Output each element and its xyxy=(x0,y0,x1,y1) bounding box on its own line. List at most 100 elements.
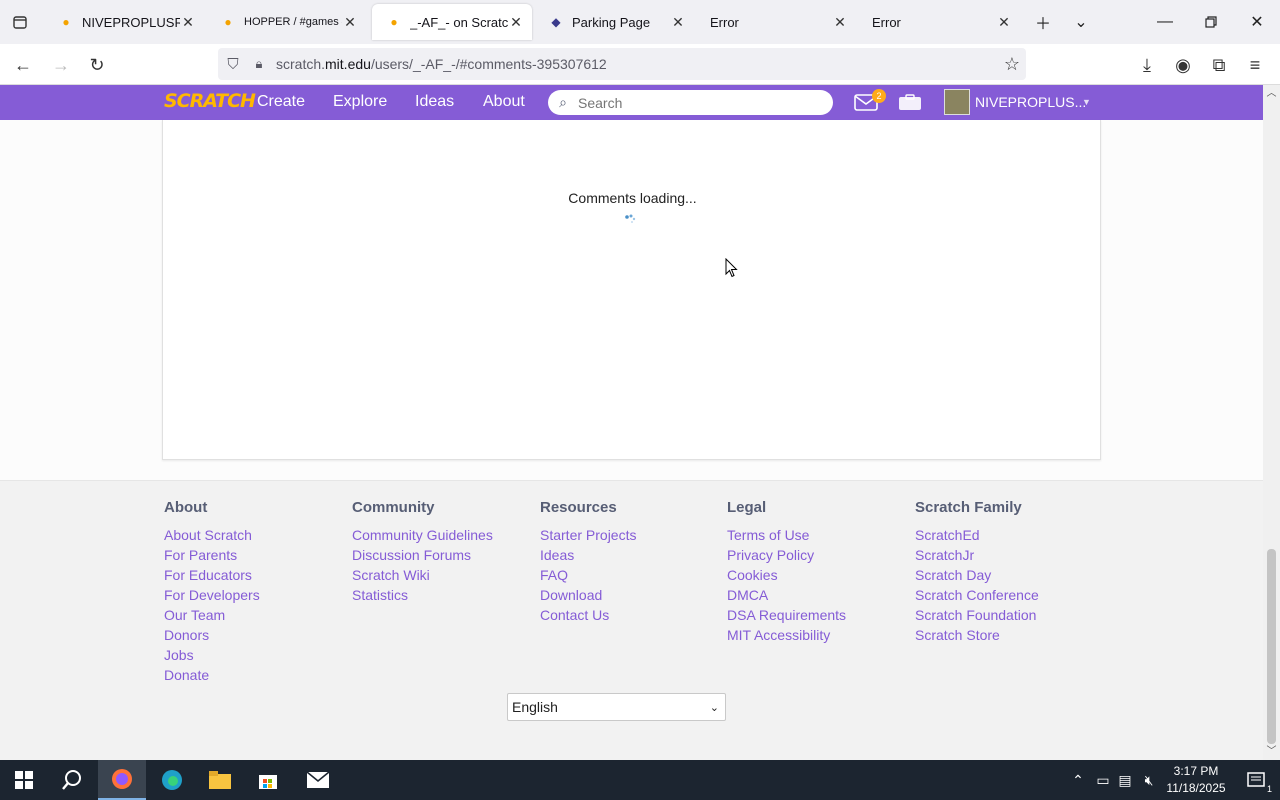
scroll-down-arrow-icon[interactable]: ﹀ xyxy=(1263,743,1280,760)
tab-af-on-scratch[interactable]: ● _-AF_- on Scratch ✕ xyxy=(372,4,532,40)
close-tab-icon[interactable]: ✕ xyxy=(670,14,686,30)
footer-link[interactable]: Starter Projects xyxy=(540,525,636,545)
footer-link[interactable]: DMCA xyxy=(727,585,846,605)
chevron-up-icon[interactable]: ⌃ xyxy=(1066,760,1090,800)
tab-error-1[interactable]: Error ✕ xyxy=(696,0,856,44)
footer-heading: Scratch Family xyxy=(915,499,1022,516)
footer-link[interactable]: For Developers xyxy=(164,585,260,605)
footer-link[interactable]: FAQ xyxy=(540,565,636,585)
footer-link[interactable]: For Parents xyxy=(164,545,260,565)
windows-taskbar: ⌃ ▭ ▤ 🔇︎ 3:17 PM 11/18/2025 1 xyxy=(0,760,1280,800)
shield-icon[interactable]: ⛉ xyxy=(218,56,248,73)
scratch-favicon-icon: ● xyxy=(224,15,232,29)
footer-link[interactable]: Terms of Use xyxy=(727,525,846,545)
bookmark-star-icon[interactable]: ☆ xyxy=(1004,54,1020,75)
tab-niveproplusreturns[interactable]: ● NIVEPROPLUSRETURNS ✕ xyxy=(44,0,204,44)
footer-link[interactable]: Scratch Conference xyxy=(915,585,1039,605)
lock-icon[interactable]: 🔒︎ xyxy=(248,56,270,72)
file-explorer-icon[interactable] xyxy=(196,760,244,800)
my-stuff-icon[interactable] xyxy=(898,94,922,116)
footer-link[interactable]: Privacy Policy xyxy=(727,545,846,565)
parking-favicon-icon: ◆ xyxy=(551,15,561,29)
tab-list-chevron-icon[interactable]: ⌄ xyxy=(1058,0,1104,44)
notification-count: 1 xyxy=(1266,784,1272,794)
footer-link[interactable]: Scratch Day xyxy=(915,565,1039,585)
nav-create[interactable]: Create xyxy=(257,93,305,111)
footer-heading: About xyxy=(164,499,208,516)
footer-link[interactable]: Donate xyxy=(164,665,260,685)
edge-taskbar-icon[interactable] xyxy=(148,760,196,800)
footer-link[interactable]: Donors xyxy=(164,625,260,645)
footer-link[interactable]: Jobs xyxy=(164,645,260,665)
footer-link[interactable]: Our Team xyxy=(164,605,260,625)
footer-link[interactable]: For Educators xyxy=(164,565,260,585)
page-scrollbar[interactable]: ︿ ﹀ xyxy=(1263,85,1280,760)
footer-column-community: Community Community Guidelines Discussio… xyxy=(352,499,493,605)
windows-start-icon[interactable] xyxy=(0,760,48,800)
back-arrow-icon[interactable]: ← xyxy=(8,50,38,80)
footer-link[interactable]: Download xyxy=(540,585,636,605)
footer-link[interactable]: ScratchJr xyxy=(915,545,1039,565)
footer-link[interactable]: Discussion Forums xyxy=(352,545,493,565)
footer-link[interactable]: Ideas xyxy=(540,545,636,565)
footer-link[interactable]: Community Guidelines xyxy=(352,525,493,545)
scratch-logo[interactable]: SCRATCH xyxy=(164,90,256,112)
footer-link[interactable]: Contact Us xyxy=(540,605,636,625)
footer-link[interactable]: Scratch Store xyxy=(915,625,1039,645)
user-avatar[interactable] xyxy=(944,89,970,115)
tab-title: NIVEPROPLUSRETURNS xyxy=(82,14,180,30)
footer-link[interactable]: About Scratch xyxy=(164,525,260,545)
footer-link[interactable]: Statistics xyxy=(352,585,493,605)
downloads-icon[interactable]: ⤓ xyxy=(1132,50,1162,80)
tab-title: Error xyxy=(710,14,739,30)
network-icon[interactable]: ▤ xyxy=(1114,760,1136,800)
minimize-icon[interactable]: — xyxy=(1142,0,1188,44)
footer-link[interactable]: ScratchEd xyxy=(915,525,1039,545)
close-tab-icon[interactable]: ✕ xyxy=(508,14,524,30)
taskbar-clock[interactable]: 3:17 PM 11/18/2025 xyxy=(1160,763,1232,797)
tab-error-2[interactable]: Error ✕ xyxy=(858,0,1020,44)
scratch-favicon-icon: ● xyxy=(62,15,70,29)
scroll-up-arrow-icon[interactable]: ︿ xyxy=(1263,85,1280,102)
volume-muted-icon[interactable]: 🔇︎ xyxy=(1138,760,1160,800)
tab-parking-page[interactable]: ◆ Parking Page ✕ xyxy=(534,0,694,44)
nav-explore[interactable]: Explore xyxy=(333,93,387,111)
restore-icon[interactable] xyxy=(1188,0,1234,44)
search-icon[interactable] xyxy=(48,760,96,800)
mail-icon[interactable] xyxy=(294,760,342,800)
close-tab-icon[interactable]: ✕ xyxy=(832,14,848,30)
tab-hopper[interactable]: ● HOPPER / #games #trending ✕ xyxy=(206,0,366,44)
close-tab-icon[interactable]: ✕ xyxy=(996,14,1012,30)
scroll-thumb[interactable] xyxy=(1267,549,1276,744)
footer-link[interactable]: Cookies xyxy=(727,565,846,585)
firefox-taskbar-icon[interactable] xyxy=(98,760,146,800)
footer-link[interactable]: Scratch Foundation xyxy=(915,605,1039,625)
nav-about[interactable]: About xyxy=(483,93,525,111)
url-bar[interactable]: ⛉ 🔒︎ scratch.mit.edu/users/_-AF_-/#comme… xyxy=(218,48,1026,80)
tab-title: HOPPER / #games #trending xyxy=(244,16,342,28)
reload-icon[interactable]: ↻ xyxy=(82,50,112,80)
menu-hamburger-icon[interactable]: ≡ xyxy=(1240,50,1270,80)
username-label[interactable]: NIVEPROPLUS... xyxy=(975,94,1086,110)
footer-link[interactable]: MIT Accessibility xyxy=(727,625,846,645)
search-input[interactable] xyxy=(578,94,818,111)
tab-overview-icon[interactable] xyxy=(0,0,40,44)
extensions-icon[interactable]: ⧉ xyxy=(1204,50,1234,80)
user-dropdown-caret-icon[interactable]: ▼ xyxy=(1082,97,1091,107)
nav-ideas[interactable]: Ideas xyxy=(415,93,454,111)
account-icon[interactable]: ◉ xyxy=(1168,50,1198,80)
search-box[interactable]: ⌕ xyxy=(548,90,833,115)
footer-heading: Legal xyxy=(727,499,767,516)
device-icon[interactable]: ▭ xyxy=(1092,760,1114,800)
close-tab-icon[interactable]: ✕ xyxy=(342,14,358,30)
store-icon[interactable] xyxy=(244,760,292,800)
close-window-icon[interactable]: ✕ xyxy=(1234,0,1280,44)
loading-spinner-icon xyxy=(625,214,636,223)
footer-link[interactable]: DSA Requirements xyxy=(727,605,846,625)
footer-link[interactable]: Scratch Wiki xyxy=(352,565,493,585)
forward-arrow-icon[interactable]: → xyxy=(46,50,76,80)
notification-center-icon[interactable]: 1 xyxy=(1232,760,1280,800)
close-tab-icon[interactable]: ✕ xyxy=(180,14,196,30)
footer-column-scratch-family: Scratch Family ScratchEd ScratchJr Scrat… xyxy=(915,499,1039,645)
language-select[interactable]: English ⌄ xyxy=(507,693,726,721)
